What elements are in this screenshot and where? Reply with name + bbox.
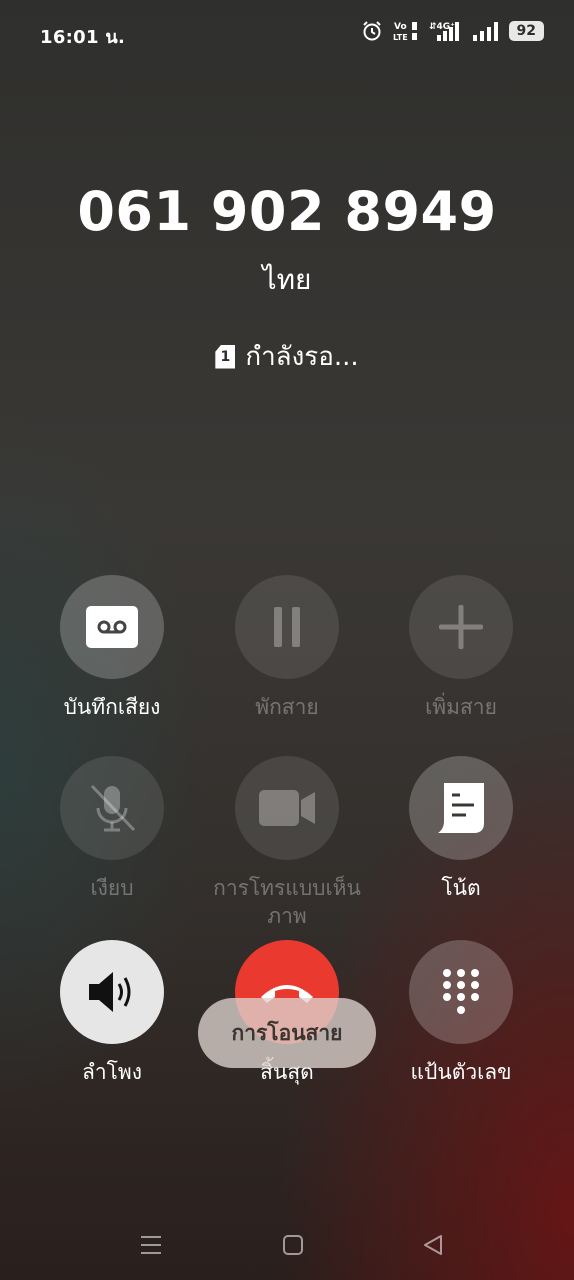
note-button[interactable]: โน้ต bbox=[374, 756, 548, 902]
4g-icon: ⇵4G⁺ bbox=[429, 22, 459, 41]
record-circle[interactable] bbox=[60, 575, 164, 679]
status-icons: Vo LTE ⇵4G⁺ 92 bbox=[361, 20, 544, 42]
dialpad-button[interactable]: แป้นตัวเลข bbox=[374, 940, 548, 1086]
sim-icon: 1 bbox=[215, 344, 236, 369]
add-call-circle[interactable] bbox=[409, 575, 513, 679]
mic-off-icon bbox=[90, 784, 136, 832]
add-call-label: เพิ่มสาย bbox=[425, 695, 497, 719]
transfer-toast: การโอนสาย bbox=[198, 998, 376, 1068]
dialpad-icon bbox=[443, 969, 479, 1014]
home-icon bbox=[283, 1235, 303, 1255]
back-icon bbox=[424, 1235, 442, 1255]
menu-button[interactable] bbox=[128, 1222, 174, 1268]
volte-icon: Vo LTE bbox=[393, 22, 417, 42]
record-button[interactable]: บันทึกเสียง bbox=[25, 575, 199, 721]
menu-icon bbox=[141, 1236, 161, 1254]
back-button[interactable] bbox=[410, 1222, 456, 1268]
record-label: บันทึกเสียง bbox=[63, 695, 161, 719]
svg-text:LTE: LTE bbox=[393, 33, 408, 42]
mute-button[interactable]: เงียบ bbox=[25, 756, 199, 902]
note-label: โน้ต bbox=[441, 876, 481, 900]
hold-button[interactable]: พักสาย bbox=[200, 575, 374, 721]
status-time: 16:01 น. bbox=[40, 27, 126, 48]
note-icon bbox=[438, 783, 484, 833]
speaker-icon bbox=[89, 972, 131, 1012]
record-icon bbox=[86, 606, 138, 648]
dialpad-label: แป้นตัวเลข bbox=[410, 1060, 512, 1084]
video-call-button[interactable]: การโทรแบบเห็นภาพ bbox=[200, 756, 374, 930]
video-call-label: การโทรแบบเห็นภาพ bbox=[213, 876, 361, 928]
mute-label: เงียบ bbox=[90, 876, 134, 900]
video-icon bbox=[259, 790, 315, 826]
speaker-circle[interactable] bbox=[60, 940, 164, 1044]
battery-icon: 92 bbox=[508, 21, 544, 41]
alarm-icon bbox=[362, 21, 381, 41]
home-button[interactable] bbox=[270, 1222, 316, 1268]
call-status-text: กำลังรอ... bbox=[245, 342, 359, 372]
pause-icon bbox=[274, 607, 300, 647]
video-call-circle[interactable] bbox=[235, 756, 339, 860]
status-bar: 16:01 น. Vo LTE ⇵4G⁺ 92 bbox=[0, 0, 574, 66]
mute-circle[interactable] bbox=[60, 756, 164, 860]
call-status: 1 กำลังรอ... bbox=[0, 336, 574, 377]
dialpad-circle[interactable] bbox=[409, 940, 513, 1044]
hold-label: พักสาย bbox=[255, 695, 319, 719]
caller-location: ไทย bbox=[262, 263, 312, 296]
svg-text:Vo: Vo bbox=[394, 22, 407, 32]
signal-icon bbox=[472, 22, 498, 41]
speaker-button[interactable]: ลำโพง bbox=[25, 940, 199, 1086]
add-call-button[interactable]: เพิ่มสาย bbox=[374, 575, 548, 721]
nav-bar bbox=[0, 1222, 574, 1268]
speaker-label: ลำโพง bbox=[81, 1060, 143, 1084]
add-icon bbox=[439, 605, 483, 649]
caller-number: 061 902 8949 bbox=[77, 180, 497, 243]
note-circle[interactable] bbox=[409, 756, 513, 860]
hold-circle[interactable] bbox=[235, 575, 339, 679]
